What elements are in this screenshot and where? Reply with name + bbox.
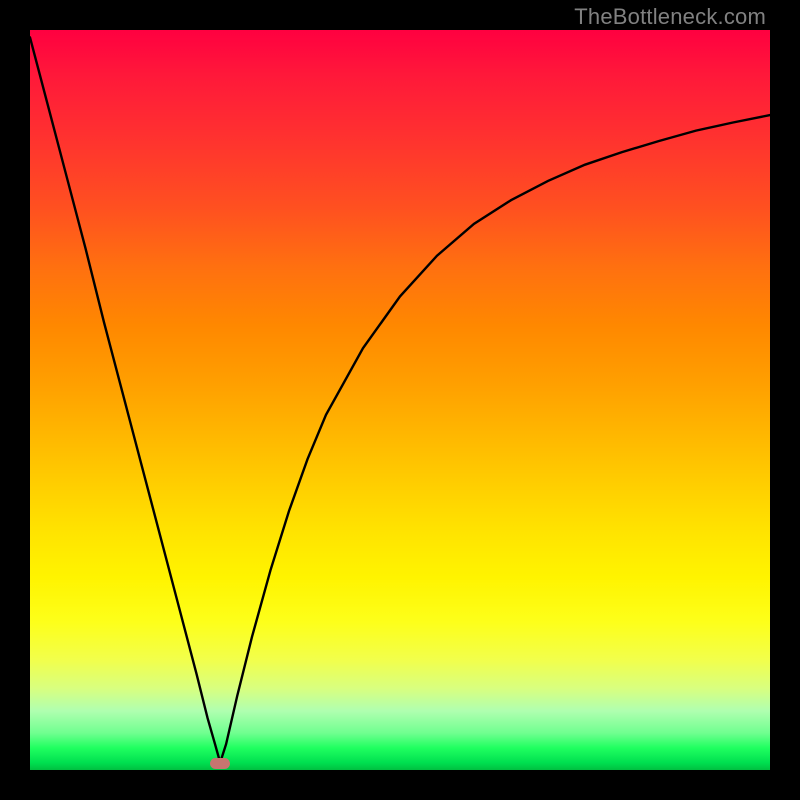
curve-path [30, 37, 770, 762]
watermark-text: TheBottleneck.com [574, 4, 766, 30]
chart-frame: TheBottleneck.com [0, 0, 800, 800]
optimum-marker [210, 758, 230, 769]
plot-area [30, 30, 770, 770]
bottleneck-curve [30, 30, 770, 770]
